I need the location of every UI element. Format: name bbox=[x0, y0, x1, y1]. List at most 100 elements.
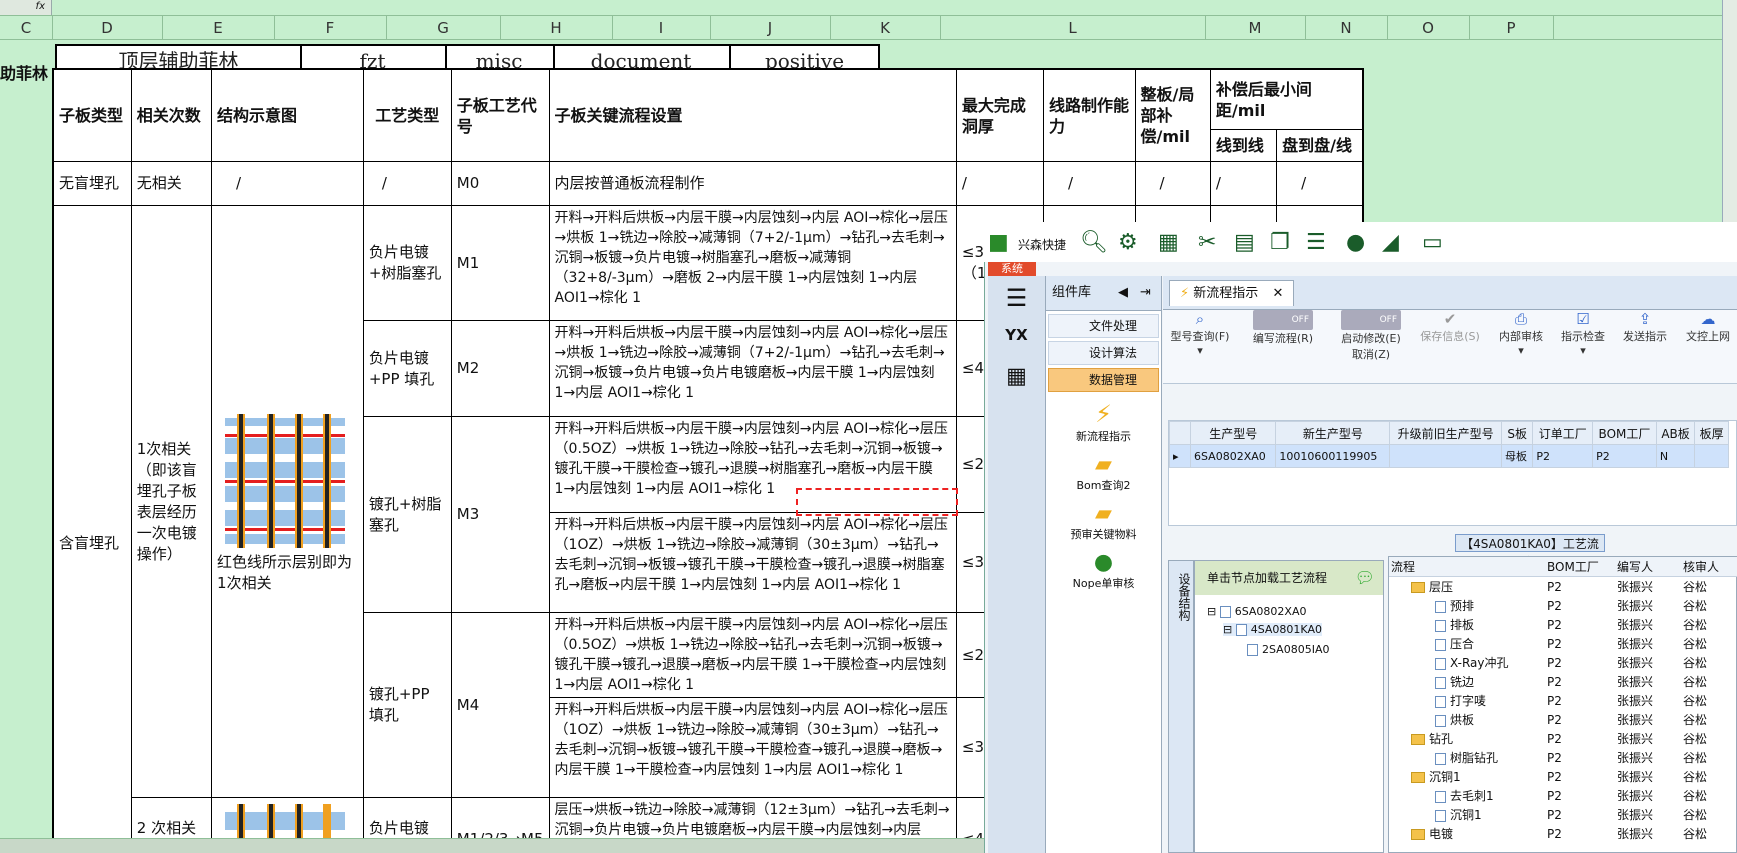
column-header[interactable]: M bbox=[1205, 16, 1306, 40]
start-edit-toggle[interactable]: OFF 启动修改(E) 取消(Z) bbox=[1335, 310, 1407, 362]
bom-query-item[interactable]: ▰ Bom查询2 bbox=[1046, 452, 1161, 493]
cell[interactable] bbox=[1694, 444, 1729, 468]
cell[interactable]: P2 bbox=[1592, 444, 1657, 468]
chart-icon[interactable]: ◢ bbox=[1382, 230, 1399, 255]
column-header[interactable]: D bbox=[52, 16, 163, 40]
cell[interactable]: 6SA0802XA0 bbox=[1189, 444, 1277, 468]
column-header[interactable]: F bbox=[274, 16, 387, 40]
menu-icon[interactable]: ☰ bbox=[988, 284, 1045, 312]
flow-header[interactable]: 流程 bbox=[1389, 557, 1545, 577]
grid-header[interactable]: S板 bbox=[1500, 421, 1534, 445]
list-item[interactable]: 打字唛 P2 张振兴 谷松 bbox=[1389, 691, 1737, 710]
monitor-icon[interactable]: ▭ bbox=[1422, 230, 1443, 255]
send-button[interactable]: ⇪ 发送指示 bbox=[1617, 310, 1673, 344]
column-header[interactable]: J bbox=[710, 16, 831, 40]
list-item[interactable]: 烘板 P2 张振兴 谷松 bbox=[1389, 710, 1737, 729]
column-header[interactable]: L bbox=[940, 16, 1206, 40]
grid-header[interactable]: 升级前旧生产型号 bbox=[1389, 421, 1502, 445]
vertical-scrollbar[interactable] bbox=[1722, 0, 1737, 222]
yx-logo-icon[interactable]: YX bbox=[988, 326, 1045, 344]
list-item[interactable]: 压合 P2 张振兴 谷松 bbox=[1389, 634, 1737, 653]
list-item[interactable]: 树脂钻孔 P2 张振兴 谷松 bbox=[1389, 748, 1737, 767]
vertical-tab[interactable]: 设备结构 bbox=[1168, 560, 1194, 853]
grid-header[interactable]: 新生产型号 bbox=[1275, 421, 1391, 445]
grid-header[interactable]: AB板 bbox=[1655, 421, 1696, 445]
table-icon[interactable]: ▦ bbox=[1158, 230, 1179, 255]
check-button[interactable]: ☑ 指示检查 ▾ bbox=[1555, 310, 1611, 357]
lib-item-file[interactable]: 文件处理 bbox=[1048, 314, 1159, 338]
flow-header[interactable]: BOM工厂 bbox=[1545, 557, 1615, 577]
fx-icon[interactable]: fx bbox=[0, 0, 52, 15]
column-header[interactable]: H bbox=[500, 16, 613, 40]
scissors-icon[interactable]: ✂ bbox=[1198, 230, 1216, 255]
save-button[interactable]: ✔ 保存信息(S) bbox=[1415, 310, 1485, 344]
formula-bar[interactable]: fx bbox=[0, 0, 1737, 16]
list-item[interactable]: 钻孔 P2 张振兴 谷松 bbox=[1389, 729, 1737, 748]
list-item[interactable]: 铣边 P2 张振兴 谷松 bbox=[1389, 672, 1737, 691]
toggle-off[interactable]: OFF bbox=[1341, 310, 1401, 330]
grid-header[interactable]: BOM工厂 bbox=[1592, 421, 1657, 445]
grid-header[interactable]: 生产型号 bbox=[1189, 421, 1277, 445]
column-header[interactable]: I bbox=[612, 16, 711, 40]
list-item[interactable]: 去毛刺1 P2 张振兴 谷松 bbox=[1389, 786, 1737, 805]
horizontal-scrollbar[interactable] bbox=[0, 838, 984, 853]
calculator-icon[interactable]: ▦ bbox=[988, 364, 1045, 389]
cell[interactable]: P2 bbox=[1532, 444, 1594, 468]
edit-flow-toggle[interactable]: OFF 编写流程(R) bbox=[1247, 310, 1319, 346]
cell: 镀孔+PP 填孔 bbox=[362, 612, 452, 798]
list-item[interactable]: X-Ray冲孔 P2 张振兴 谷松 bbox=[1389, 653, 1737, 672]
cell[interactable] bbox=[1389, 444, 1502, 468]
tree-node[interactable]: ⊟ 6SA0802XA0 bbox=[1207, 605, 1306, 618]
tab-new-flow[interactable]: ⚡ 新流程指示 ✕ bbox=[1169, 280, 1295, 306]
film-icon[interactable]: ▤ bbox=[1234, 230, 1255, 255]
column-header[interactable]: G bbox=[386, 16, 501, 40]
toggle-off[interactable]: OFF bbox=[1253, 310, 1313, 330]
upload-web-button[interactable]: ☁ 文控上网 bbox=[1679, 310, 1737, 344]
flow-header[interactable]: 编写人 bbox=[1615, 557, 1681, 577]
nope-review-item[interactable]: ● Nope单审核 bbox=[1046, 550, 1161, 591]
column-header[interactable]: P bbox=[1469, 16, 1554, 40]
user-icon[interactable]: ● bbox=[1346, 230, 1365, 255]
lib-item-data[interactable]: 数据管理 bbox=[1048, 368, 1159, 392]
cell[interactable]: 10010600119905 bbox=[1275, 444, 1391, 468]
pin-icon[interactable]: ⇥ bbox=[1140, 276, 1151, 310]
query-button[interactable]: ⌕ 型号查询(F) ▾ bbox=[1167, 310, 1233, 357]
list-item[interactable]: 沉铜1 P2 张振兴 谷松 bbox=[1389, 805, 1737, 824]
column-header[interactable]: O bbox=[1387, 16, 1470, 40]
header-code: 子板工艺代号 bbox=[450, 69, 550, 162]
copy-icon[interactable]: ❐ bbox=[1270, 230, 1290, 255]
collapse-icon[interactable]: ◀ bbox=[1118, 276, 1128, 310]
column-header[interactable]: E bbox=[162, 16, 275, 40]
list-icon[interactable]: ☰ bbox=[1306, 230, 1326, 255]
flow-header[interactable]: 核审人 bbox=[1681, 557, 1737, 577]
system-tab[interactable]: 系统 bbox=[988, 262, 1036, 276]
column-header[interactable]: N bbox=[1305, 16, 1388, 40]
cell: 张振兴 bbox=[1617, 713, 1654, 727]
cell: 无相关 bbox=[130, 161, 213, 206]
tree-node[interactable]: ⊟ 4SA0801KA0 bbox=[1223, 623, 1322, 636]
preview-material-item[interactable]: ▰ 预审关键物料 bbox=[1046, 501, 1161, 542]
list-item[interactable]: 沉铜1 P2 张振兴 谷松 bbox=[1389, 767, 1737, 786]
grid-header[interactable]: 订单工厂 bbox=[1532, 421, 1594, 445]
flow-cell: 开料→开料后烘板→内层干膜→内层蚀刻→内层 AOI→棕化→层压（1OZ）→烘板 … bbox=[548, 512, 957, 613]
flow-list: 流程 BOM工厂 编写人 核审人 层压 P2 张振兴 谷松 预排 P2 张振兴 谷松 排板 P2 张… bbox=[1388, 556, 1737, 853]
chat-icon[interactable]: 💬︎ bbox=[1355, 561, 1375, 595]
list-item[interactable]: 电镀 P2 张振兴 谷松 bbox=[1389, 824, 1737, 843]
selection-dashed-box bbox=[796, 488, 958, 516]
lib-item-algorithm[interactable]: 设计算法 bbox=[1048, 341, 1159, 365]
list-item[interactable]: 层压 P2 张振兴 谷松 bbox=[1389, 577, 1737, 597]
cell[interactable]: 母板 bbox=[1500, 444, 1534, 468]
grid-header[interactable]: 板厚 bbox=[1694, 421, 1729, 445]
internal-review-button[interactable]: ⎙ 内部审核 ▾ bbox=[1493, 310, 1549, 357]
new-flow-item[interactable]: ⚡ 新流程指示 bbox=[1046, 400, 1161, 444]
tree-node[interactable]: 2SA0805IA0 bbox=[1247, 643, 1329, 656]
search-icon[interactable]: 🔍︎ bbox=[1080, 230, 1108, 255]
cell[interactable]: N bbox=[1655, 444, 1696, 468]
settings-icon[interactable]: ⚙ bbox=[1118, 230, 1138, 255]
list-item[interactable]: 排板 P2 张振兴 谷松 bbox=[1389, 615, 1737, 634]
column-header[interactable]: K bbox=[830, 16, 941, 40]
list-item[interactable]: 预排 P2 张振兴 谷松 bbox=[1389, 596, 1737, 615]
table-row[interactable]: ▸ 6SA0802XA0 10010600119905 母板 P2 P2 N bbox=[1169, 444, 1729, 468]
close-icon[interactable]: ✕ bbox=[1272, 286, 1283, 301]
column-header[interactable]: C bbox=[0, 16, 53, 40]
